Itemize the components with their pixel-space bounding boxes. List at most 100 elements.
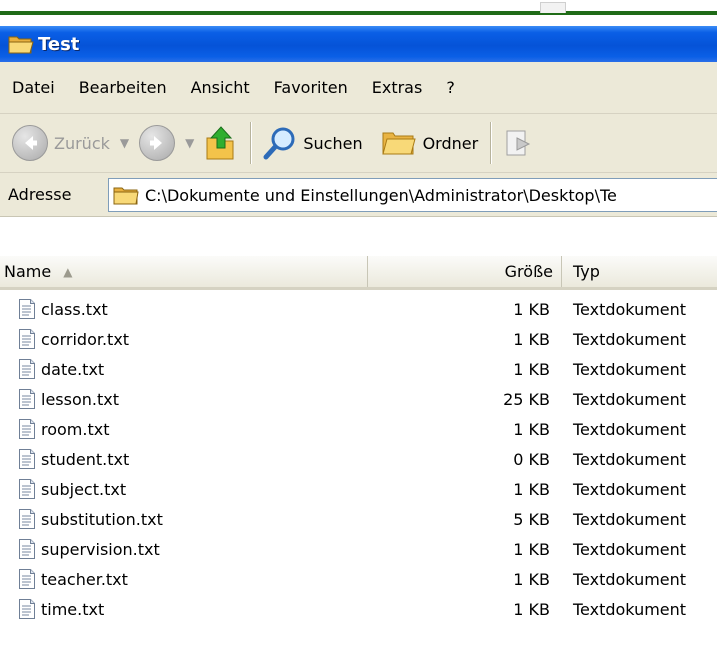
file-name: substitution.txt <box>41 509 163 529</box>
sort-ascending-icon: ▲ <box>63 264 73 279</box>
file-list: class.txt 1 KB Textdokument corridor.txt 1 K… <box>0 294 717 624</box>
file-size: 1 KB <box>513 539 550 559</box>
text-file-icon <box>19 299 35 319</box>
toolbar: Zurück ▼ ▼ Suchen Ordner <box>0 114 717 173</box>
file-name-cell: substitution.txt <box>18 504 163 534</box>
background-window-notch <box>540 2 566 13</box>
file-row[interactable]: class.txt 1 KB Textdokument <box>0 294 717 324</box>
file-name-cell: teacher.txt <box>18 564 128 594</box>
back-dropdown-icon[interactable]: ▼ <box>120 136 129 150</box>
file-name: lesson.txt <box>41 389 119 409</box>
file-type: Textdokument <box>573 449 687 469</box>
file-row[interactable]: substitution.txt 5 KB Textdokument <box>0 504 717 534</box>
column-header-type[interactable]: Typ <box>563 256 717 287</box>
file-name: subject.txt <box>41 479 127 499</box>
file-name: time.txt <box>41 599 105 619</box>
file-type: Textdokument <box>573 599 687 619</box>
file-type: Textdokument <box>573 389 687 409</box>
move-to-button[interactable] <box>503 114 535 172</box>
up-folder-button[interactable] <box>204 114 238 172</box>
text-file-icon <box>19 479 35 499</box>
file-size: 25 KB <box>503 389 550 409</box>
menu-tools[interactable]: Extras <box>360 78 435 97</box>
file-name-cell: date.txt <box>18 354 104 384</box>
text-file-icon <box>19 509 35 529</box>
file-row[interactable]: date.txt 1 KB Textdokument <box>0 354 717 384</box>
file-row[interactable]: teacher.txt 1 KB Textdokument <box>0 564 717 594</box>
file-name-cell: supervision.txt <box>18 534 160 564</box>
folder-icon <box>8 36 34 54</box>
file-name: corridor.txt <box>41 329 130 349</box>
text-file-icon <box>19 359 35 379</box>
title-bar[interactable]: Test <box>0 26 717 62</box>
file-row[interactable]: lesson.txt 25 KB Textdokument <box>0 384 717 414</box>
file-name: room.txt <box>41 419 110 439</box>
search-icon <box>263 127 295 160</box>
background-window-border <box>0 11 717 15</box>
file-row[interactable]: student.txt 0 KB Textdokument <box>0 444 717 474</box>
file-name: date.txt <box>41 359 105 379</box>
file-name-cell: corridor.txt <box>18 324 129 354</box>
file-name-cell: room.txt <box>18 414 110 444</box>
file-name-cell: student.txt <box>18 444 129 474</box>
file-row[interactable]: corridor.txt 1 KB Textdokument <box>0 324 717 354</box>
file-name-cell: time.txt <box>18 594 104 624</box>
file-name-cell: class.txt <box>18 294 108 324</box>
menu-bar: Datei Bearbeiten Ansicht Favoriten Extra… <box>0 62 717 114</box>
text-file-icon <box>19 449 35 469</box>
menu-file[interactable]: Datei <box>0 78 67 97</box>
forward-button[interactable] <box>139 114 176 172</box>
file-name-cell: subject.txt <box>18 474 126 504</box>
text-file-icon <box>19 599 35 619</box>
up-folder-icon <box>206 126 234 160</box>
move-to-icon <box>506 130 531 156</box>
column-header-name-label: Name <box>4 262 52 281</box>
menu-favorites[interactable]: Favoriten <box>262 78 360 97</box>
file-type: Textdokument <box>573 479 687 499</box>
menu-view[interactable]: Ansicht <box>179 78 262 97</box>
column-header-name[interactable]: Name ▲ <box>0 256 368 287</box>
back-arrow-icon <box>12 125 48 161</box>
file-size: 1 KB <box>513 419 550 439</box>
file-row[interactable]: subject.txt 1 KB Textdokument <box>0 474 717 504</box>
forward-arrow-icon <box>139 125 176 161</box>
forward-dropdown-icon[interactable]: ▼ <box>185 136 194 150</box>
file-size: 1 KB <box>513 479 550 499</box>
file-type: Textdokument <box>573 299 687 319</box>
column-header-row: Name ▲ Größe Typ <box>0 256 717 290</box>
address-label: Adresse <box>8 185 72 204</box>
file-type: Textdokument <box>573 509 687 529</box>
address-bar: Adresse C:\Dokumente und Einstellungen\A… <box>0 173 717 217</box>
file-size: 1 KB <box>513 299 550 319</box>
file-row[interactable]: room.txt 1 KB Textdokument <box>0 414 717 444</box>
file-name: class.txt <box>41 299 108 319</box>
menu-edit[interactable]: Bearbeiten <box>67 78 179 97</box>
column-header-size-label: Größe <box>504 262 553 281</box>
file-row[interactable]: supervision.txt 1 KB Textdokument <box>0 534 717 564</box>
file-size: 1 KB <box>513 359 550 379</box>
folders-icon <box>381 132 416 155</box>
file-name: teacher.txt <box>41 569 128 589</box>
folders-button[interactable]: Ordner <box>381 114 479 172</box>
toolbar-separator <box>250 122 252 164</box>
column-header-size[interactable]: Größe <box>369 256 562 287</box>
search-button-label: Suchen <box>303 133 363 153</box>
back-button[interactable]: Zurück <box>12 114 110 172</box>
text-file-icon <box>19 539 35 559</box>
menu-help[interactable]: ? <box>434 78 467 97</box>
folder-icon <box>113 187 139 205</box>
file-type: Textdokument <box>573 539 687 559</box>
folders-button-label: Ordner <box>422 133 479 153</box>
text-file-icon <box>19 419 35 439</box>
address-path: C:\Dokumente und Einstellungen\Administr… <box>145 185 617 205</box>
file-type: Textdokument <box>573 329 687 349</box>
file-name: supervision.txt <box>41 539 160 559</box>
file-row[interactable]: time.txt 1 KB Textdokument <box>0 594 717 624</box>
file-name: student.txt <box>41 449 130 469</box>
window-title: Test <box>38 33 80 55</box>
address-input[interactable]: C:\Dokumente und Einstellungen\Administr… <box>108 178 717 212</box>
text-file-icon <box>19 329 35 349</box>
search-button[interactable]: Suchen <box>263 114 363 172</box>
file-type: Textdokument <box>573 419 687 439</box>
file-name-cell: lesson.txt <box>18 384 119 414</box>
